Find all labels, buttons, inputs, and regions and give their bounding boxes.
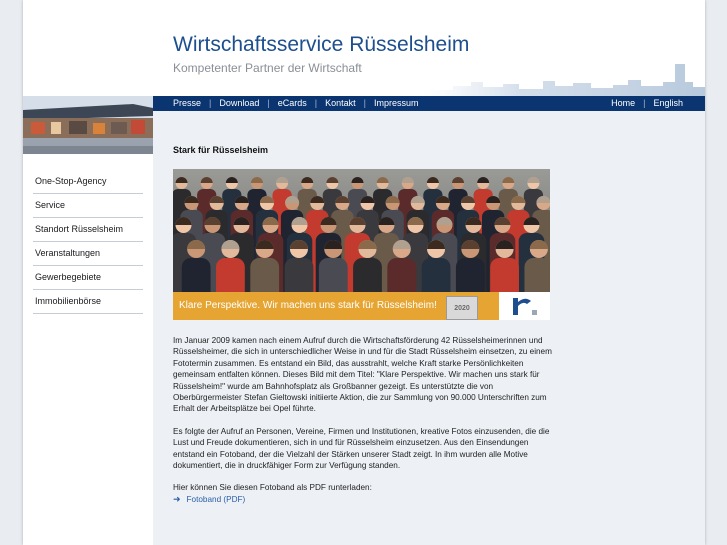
page-title: Stark für Rüsselsheim xyxy=(173,145,269,155)
main-content: Stark für Rüsselsheim Klare Perspektive.… xyxy=(153,111,705,545)
sidebar: One-Stop-Agency Service Standort Rüssels… xyxy=(23,96,153,545)
nav-presse[interactable]: Presse xyxy=(173,98,201,108)
side-item-gewerbegebiete[interactable]: Gewerbegebiete xyxy=(33,266,143,290)
paragraph-2: Es folgte der Aufruf an Personen, Verein… xyxy=(173,426,550,471)
nav-separator: | xyxy=(363,98,366,108)
download-intro: Hier können Sie diesen Fotoband als PDF … xyxy=(173,483,372,493)
skyline-graphic xyxy=(423,64,705,96)
header: Wirtschaftsservice Rüsselsheim Kompetent… xyxy=(23,0,705,96)
group-photo-banner: Klare Perspektive. Wir machen uns stark … xyxy=(173,169,550,320)
nav-right: Home | English xyxy=(611,96,683,111)
banner-slogan-strip: Klare Perspektive. Wir machen uns stark … xyxy=(173,292,550,320)
paragraph-1: Im Januar 2009 kamen nach einem Aufruf d… xyxy=(173,336,552,414)
site-subtitle: Kompetenter Partner der Wirtschaft xyxy=(173,61,362,75)
badge-2020: 2020 xyxy=(446,296,478,320)
side-item-standort[interactable]: Standort Rüsselsheim xyxy=(33,218,143,242)
article-text: Im Januar 2009 kamen nach einem Aufruf d… xyxy=(173,335,553,505)
side-menu: One-Stop-Agency Service Standort Rüssels… xyxy=(33,170,143,314)
page: Wirtschaftsservice Rüsselsheim Kompetent… xyxy=(23,0,705,545)
side-item-service[interactable]: Service xyxy=(33,194,143,218)
nav-separator: | xyxy=(209,98,212,108)
nav-english[interactable]: English xyxy=(653,98,683,108)
nav-ecards[interactable]: eCards xyxy=(278,98,307,108)
arrow-right-icon: ➜ xyxy=(173,493,181,504)
nav-separator: | xyxy=(267,98,270,108)
download-row: ➜ Fotoband (PDF) xyxy=(173,494,553,505)
nav-separator: | xyxy=(643,98,646,108)
nav-download[interactable]: Download xyxy=(219,98,259,108)
nav-left: Presse | Download | eCards | Kontakt | Impressum xyxy=(173,96,418,111)
station-photo xyxy=(23,96,153,154)
nav-separator: | xyxy=(314,98,318,108)
site-title[interactable]: Wirtschaftsservice Rüsselsheim xyxy=(173,33,469,57)
nav-impressum[interactable]: Impressum xyxy=(374,98,419,108)
group-photo xyxy=(173,169,550,292)
city-logo xyxy=(499,292,550,320)
nav-bar: Presse | Download | eCards | Kontakt | Impressum… xyxy=(153,96,705,111)
nav-kontakt[interactable]: Kontakt xyxy=(325,98,356,108)
fotoband-pdf-link[interactable]: Fotoband (PDF) xyxy=(187,495,246,504)
side-item-one-stop-agency[interactable]: One-Stop-Agency xyxy=(33,170,143,194)
side-item-veranstaltungen[interactable]: Veranstaltungen xyxy=(33,242,143,266)
nav-home[interactable]: Home xyxy=(611,98,635,108)
banner-slogan: Klare Perspektive. Wir machen uns stark … xyxy=(179,300,437,311)
side-item-immobilienboerse[interactable]: Immobilienbörse xyxy=(33,290,143,314)
badge-text: 2020 xyxy=(454,305,470,312)
